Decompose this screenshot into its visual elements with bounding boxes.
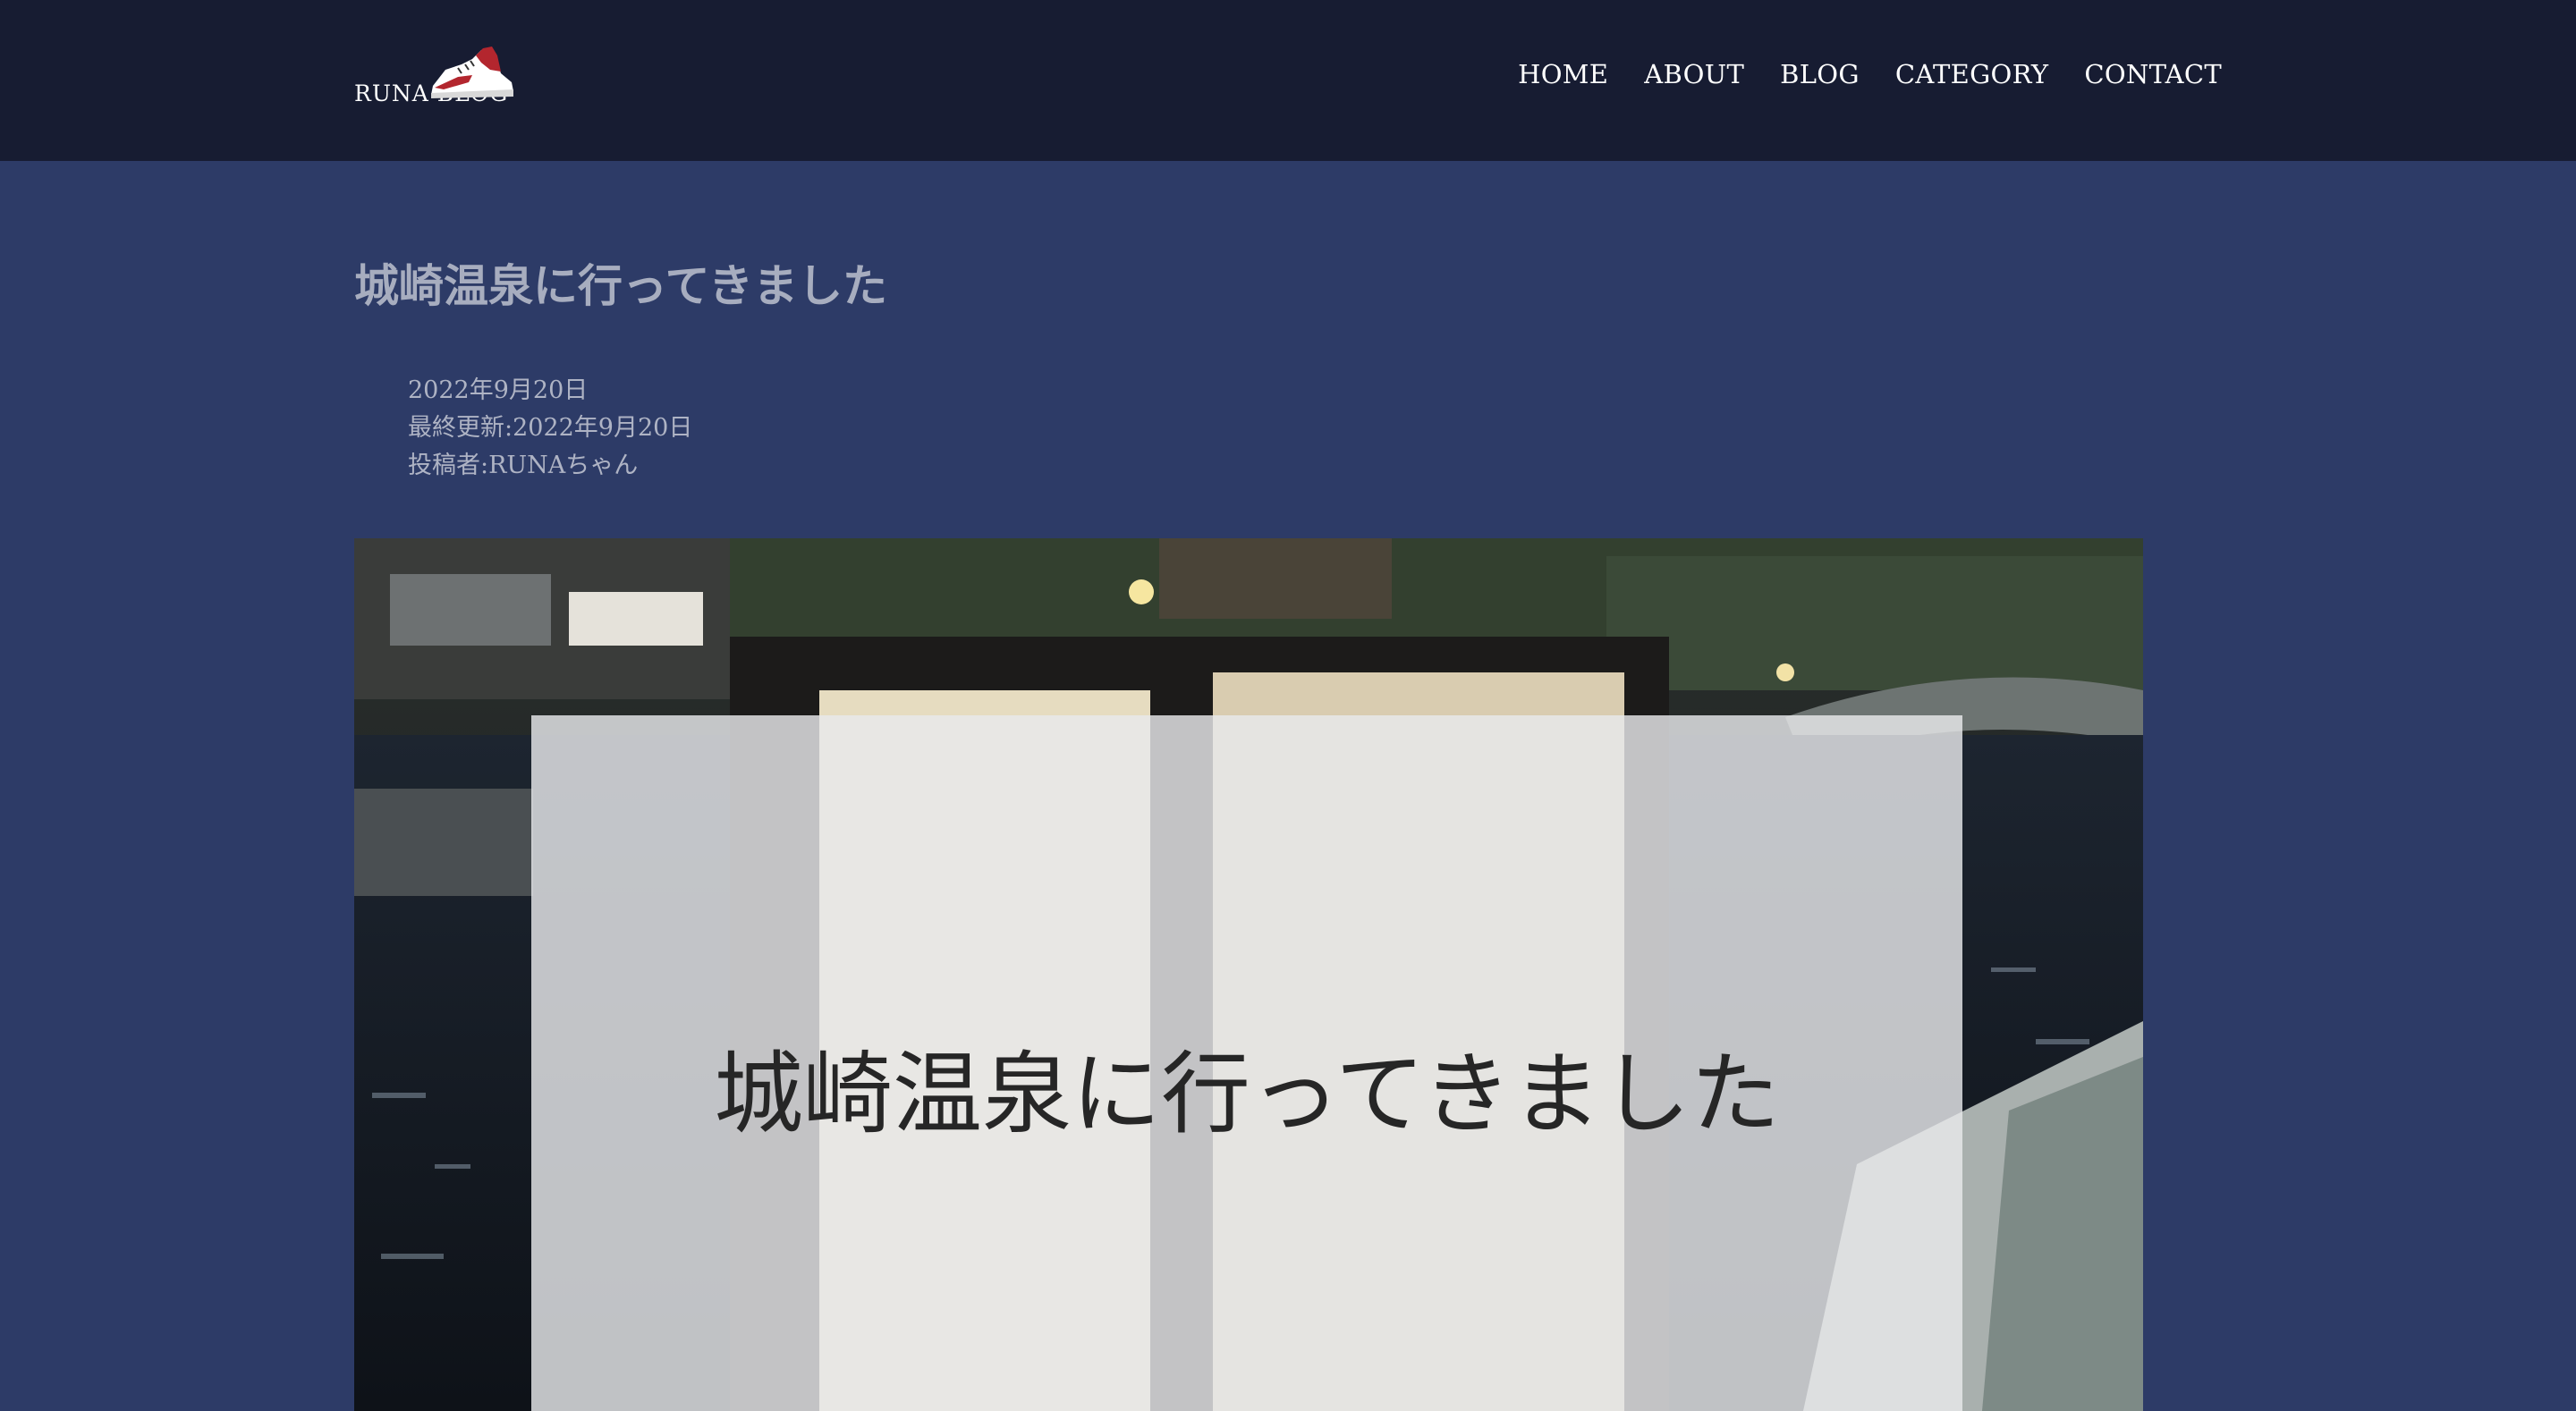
nav-blog[interactable]: BLOG: [1780, 59, 1860, 89]
post-title: 城崎温泉に行ってきました: [354, 260, 887, 312]
hero-image: 城崎温泉に行ってきました: [354, 538, 2143, 1411]
site-logo[interactable]: RUNA BLOG: [354, 46, 533, 111]
hero-overlay: 城崎温泉に行ってきました: [531, 715, 1962, 1411]
nav-contact[interactable]: CONTACT: [2084, 59, 2222, 89]
post-date: 2022年9月20日: [408, 376, 589, 404]
sneaker-icon: [431, 46, 513, 98]
post-author[interactable]: 投稿者:RUNAちゃん: [408, 447, 692, 485]
post-updated: 最終更新:2022年9月20日: [408, 414, 693, 442]
nav-about[interactable]: ABOUT: [1644, 59, 1744, 89]
nav-home[interactable]: HOME: [1518, 59, 1608, 89]
nav-category[interactable]: CATEGORY: [1895, 59, 2049, 89]
site-header: RUNA BLOG HOME ABOUT BLOG CATEGORY CONTA…: [0, 0, 2576, 161]
post-meta: 2022年9月20日 最終更新:2022年9月20日 投稿者:RUNAちゃん: [408, 372, 692, 485]
hero-caption: 城崎温泉に行ってきました: [714, 1042, 1780, 1146]
main-nav: HOME ABOUT BLOG CATEGORY CONTACT: [1518, 59, 2222, 89]
